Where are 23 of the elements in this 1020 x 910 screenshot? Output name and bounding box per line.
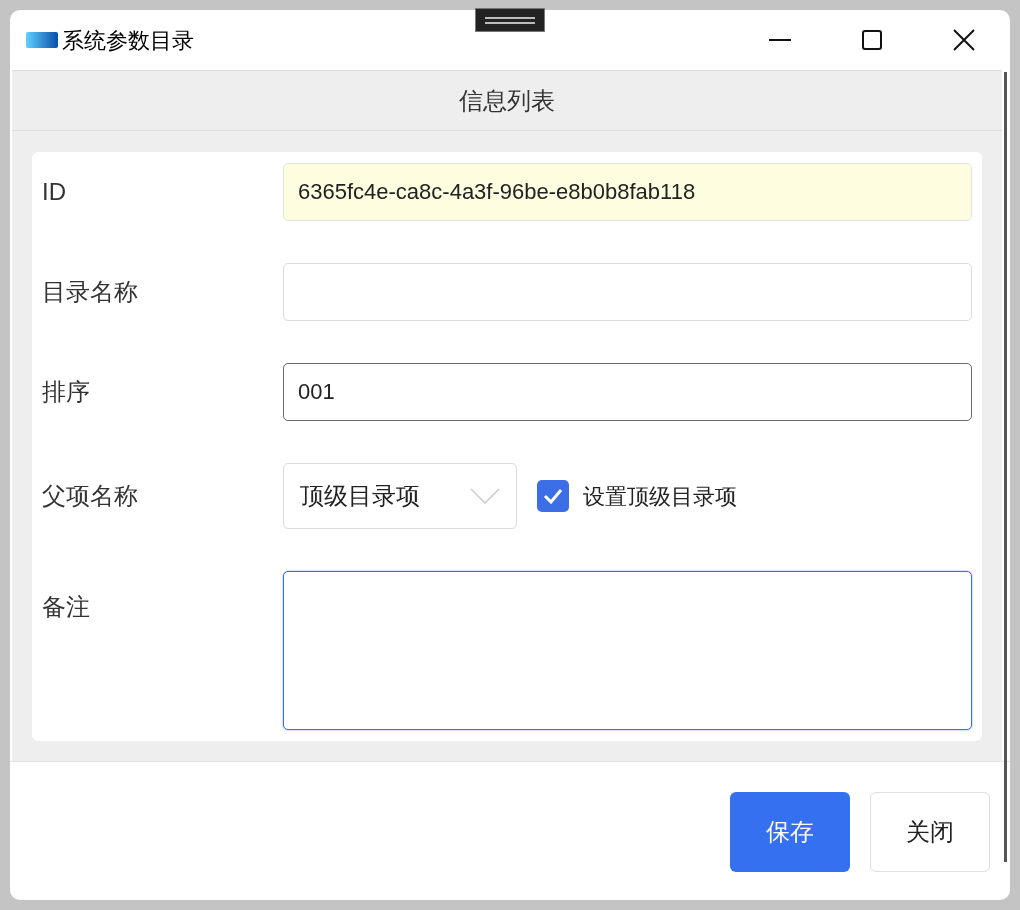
checkmark-icon <box>543 488 563 504</box>
field-label: ID <box>42 177 67 207</box>
remarks-field[interactable] <box>283 571 972 730</box>
section-title: 信息列表 <box>459 85 555 116</box>
chevron-down-icon <box>470 488 500 504</box>
close-icon <box>953 29 975 51</box>
text-field[interactable]: 6365fc4e-ca8c-4a3f-96be-e8b0b8fab118 <box>283 163 972 221</box>
field-label: 备注 <box>42 592 91 622</box>
field-label: 排序 <box>42 377 91 407</box>
text-field[interactable]: 001 <box>283 363 972 421</box>
window-title: 系统参数目录 <box>62 26 194 55</box>
dropdown[interactable]: 顶级目录项 <box>283 463 517 529</box>
save-button[interactable]: 保存 <box>730 791 850 872</box>
maximize-icon <box>862 30 882 50</box>
app-icon <box>26 31 58 49</box>
text-field[interactable] <box>283 263 972 321</box>
checkbox[interactable] <box>537 480 569 512</box>
minimize-icon <box>769 39 791 41</box>
field-label: 父项名称 <box>42 481 139 511</box>
close-dialog-button[interactable]: 关闭 <box>870 791 990 872</box>
drag-handle[interactable] <box>475 8 545 32</box>
field-label: 目录名称 <box>42 277 139 307</box>
checkbox-label: 设置顶级目录项 <box>583 482 737 511</box>
